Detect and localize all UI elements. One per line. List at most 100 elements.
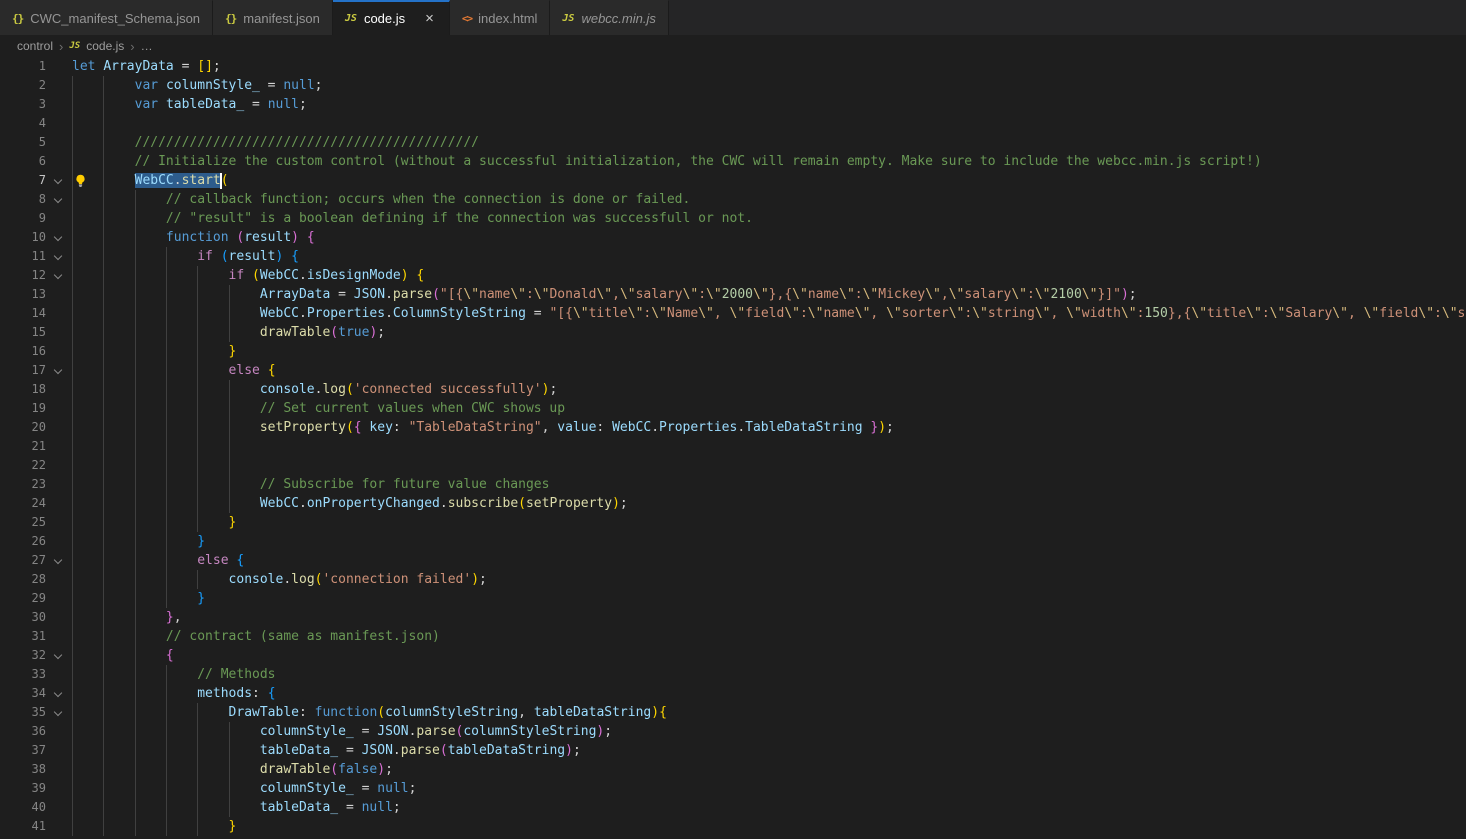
indent-guide (103, 779, 104, 798)
code-token: \" (573, 306, 589, 321)
tab-cwc-manifest-schema-json[interactable]: {}CWC_manifest_Schema.json (0, 0, 213, 35)
fold-chevron-icon[interactable] (54, 689, 62, 697)
code-line[interactable]: 12 if (WebCC.isDesignMode) { (0, 266, 1466, 285)
code-line[interactable]: 24 WebCC.onPropertyChanged.subscribe(set… (0, 494, 1466, 513)
tab-webcc-min-js[interactable]: JSwebcc.min.js (550, 0, 668, 35)
fold-chevron-icon[interactable] (54, 271, 62, 279)
code-token: \" (620, 287, 636, 302)
code-line[interactable]: 28 console.log('connection failed'); (0, 570, 1466, 589)
code-line[interactable]: 31 // contract (same as manifest.json) (0, 627, 1466, 646)
code-line[interactable]: 39 columnStyle_ = null; (0, 779, 1466, 798)
code-line[interactable]: 10 function (result) { (0, 228, 1466, 247)
code-line[interactable]: 37 tableData_ = JSON.parse(tableDataStri… (0, 741, 1466, 760)
code-line[interactable]: 5 //////////////////////////////////////… (0, 133, 1466, 152)
code-line[interactable]: 22 (0, 456, 1466, 475)
indent-guide (103, 418, 104, 437)
code-line-text: } (72, 817, 1466, 836)
code-line[interactable]: 21 (0, 437, 1466, 456)
code-line[interactable]: 15 drawTable(true); (0, 323, 1466, 342)
code-line[interactable]: 16 } (0, 342, 1466, 361)
code-line[interactable]: 13 ArrayData = JSON.parse("[{\"name\":\"… (0, 285, 1466, 304)
code-token: \" (706, 287, 722, 302)
code-line[interactable]: 8 // callback function; occurs when the … (0, 190, 1466, 209)
code-line[interactable]: 23 // Subscribe for future value changes (0, 475, 1466, 494)
code-token (158, 97, 166, 112)
code-line[interactable]: 33 // Methods (0, 665, 1466, 684)
breadcrumb-item-control[interactable]: control (17, 39, 53, 53)
indent-guide (135, 532, 136, 551)
code-token: \" (1035, 287, 1051, 302)
code-line[interactable]: 6 // Initialize the custom control (with… (0, 152, 1466, 171)
line-number: 24 (0, 494, 46, 513)
code-line[interactable]: 2 var columnStyle_ = null; (0, 76, 1466, 95)
fold-chevron-icon[interactable] (54, 651, 62, 659)
fold-chevron-icon[interactable] (54, 252, 62, 260)
code-line[interactable]: 40 tableData_ = null; (0, 798, 1466, 817)
indent-guide (72, 190, 73, 209)
fold-chevron-icon[interactable] (54, 195, 62, 203)
fold-column (46, 114, 72, 133)
line-number: 4 (0, 114, 46, 133)
fold-chevron-icon[interactable] (54, 176, 62, 184)
indent-guide (135, 494, 136, 513)
indent-guide (166, 266, 167, 285)
code-line[interactable]: 14 WebCC.Properties.ColumnStyleString = … (0, 304, 1466, 323)
code-line[interactable]: 19 // Set current values when CWC shows … (0, 399, 1466, 418)
fold-chevron-icon[interactable] (54, 708, 62, 716)
indent-guide (72, 703, 73, 722)
tab-code-js[interactable]: JScode.js× (333, 0, 450, 35)
code-token: let (72, 59, 95, 74)
code-line[interactable]: 36 columnStyle_ = JSON.parse(columnStyle… (0, 722, 1466, 741)
breadcrumb-item-code.js[interactable]: code.js (86, 39, 124, 53)
code-line[interactable]: 30 }, (0, 608, 1466, 627)
code-token: \" (1191, 306, 1207, 321)
quick-fix-lightbulb-icon[interactable] (74, 174, 87, 187)
code-line-text: } (72, 513, 1466, 532)
code-token: field (1379, 306, 1418, 321)
indent-guide (72, 266, 73, 285)
code-line[interactable]: 9 // "result" is a boolean defining if t… (0, 209, 1466, 228)
code-line[interactable]: 35 DrawTable: function(columnStyleString… (0, 703, 1466, 722)
code-line[interactable]: 29 } (0, 589, 1466, 608)
fold-chevron-icon[interactable] (54, 233, 62, 241)
indent-guide (103, 551, 104, 570)
indent-guide (103, 722, 104, 741)
code-line[interactable]: 27 else { (0, 551, 1466, 570)
code-line[interactable]: 18 console.log('connected successfully')… (0, 380, 1466, 399)
code-token: \" (1332, 306, 1348, 321)
code-token: . (283, 572, 291, 587)
code-line[interactable]: 17 else { (0, 361, 1466, 380)
code-token: { (291, 249, 299, 264)
code-line[interactable]: 34 methods: { (0, 684, 1466, 703)
code-token: ; (573, 743, 581, 758)
code-token: , (174, 610, 182, 625)
code-line[interactable]: 38 drawTable(false); (0, 760, 1466, 779)
code-line[interactable]: 25 } (0, 513, 1466, 532)
code-line-text: } (72, 589, 1466, 608)
fold-chevron-icon[interactable] (54, 556, 62, 564)
fold-chevron-icon[interactable] (54, 366, 62, 374)
code-token: \" (510, 287, 526, 302)
code-line[interactable]: 7 WebCC.start( (0, 171, 1466, 190)
json-icon: {} (225, 12, 236, 25)
code-line[interactable]: 32 { (0, 646, 1466, 665)
indent-guide (135, 627, 136, 646)
tab-index-html[interactable]: <>index.html (450, 0, 551, 35)
code-line[interactable]: 4 (0, 114, 1466, 133)
code-line[interactable]: 11 if (result) { (0, 247, 1466, 266)
code-token: : (526, 287, 534, 302)
close-icon[interactable]: × (422, 10, 437, 27)
code-line[interactable]: 26 } (0, 532, 1466, 551)
js-icon: JS (69, 41, 80, 51)
code-line[interactable]: 3 var tableData_ = null; (0, 95, 1466, 114)
fold-column (46, 418, 72, 437)
tab-manifest-json[interactable]: {}manifest.json (213, 0, 333, 35)
code-editor[interactable]: 1let ArrayData = [];2 var columnStyle_ =… (0, 57, 1466, 836)
indent-guide (72, 741, 73, 760)
code-line[interactable]: 41 } (0, 817, 1466, 836)
code-token: JSON (354, 287, 385, 302)
breadcrumb-item-symbol[interactable]: … (141, 39, 153, 53)
code-line[interactable]: 1let ArrayData = []; (0, 57, 1466, 76)
indent-guide (197, 342, 198, 361)
code-line[interactable]: 20 setProperty({ key: "TableDataString",… (0, 418, 1466, 437)
